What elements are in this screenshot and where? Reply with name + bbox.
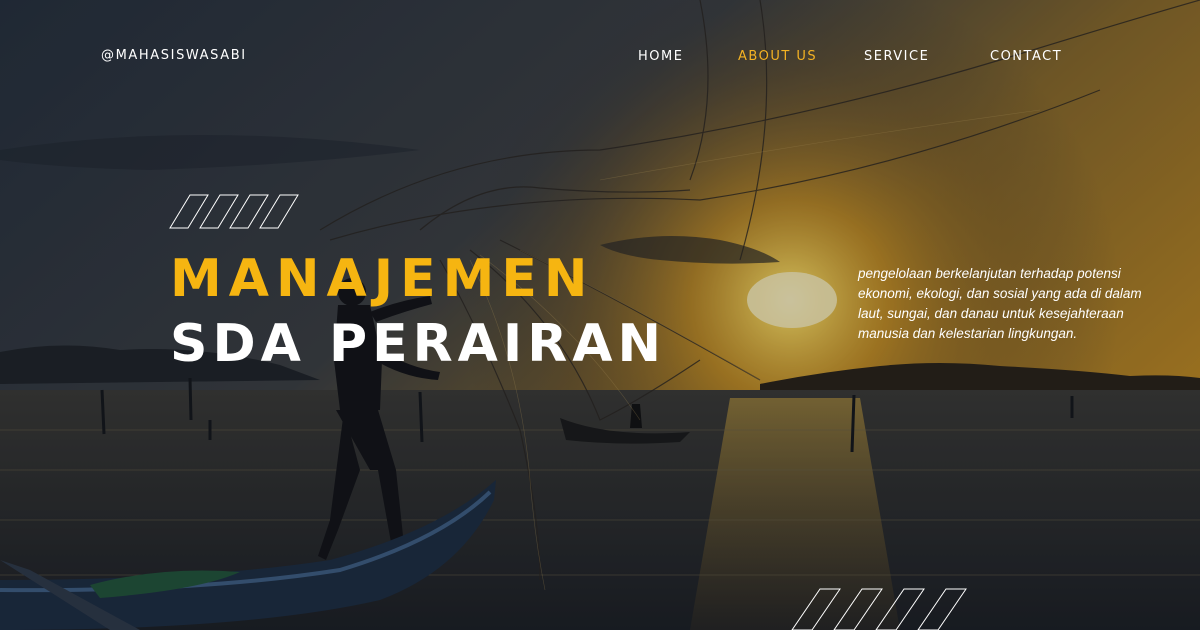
hero-description: pengelolaan berkelanjutan terhadap poten… — [858, 266, 1142, 341]
decorative-slashes-top — [169, 194, 299, 229]
nav-home[interactable]: HOME — [638, 49, 683, 64]
nav-contact[interactable]: CONTACT — [990, 49, 1062, 64]
nav-about-us[interactable]: ABOUT US — [738, 49, 817, 64]
hero-title-line2: SDA PERAIRAN — [170, 314, 667, 374]
decorative-slashes-bottom — [791, 588, 967, 630]
nav-service[interactable]: SERVICE — [864, 49, 929, 64]
hero-title-line1: MANAJEMEN — [170, 249, 595, 309]
main-nav: HOME ABOUT US SERVICE CONTACT — [0, 49, 1200, 69]
